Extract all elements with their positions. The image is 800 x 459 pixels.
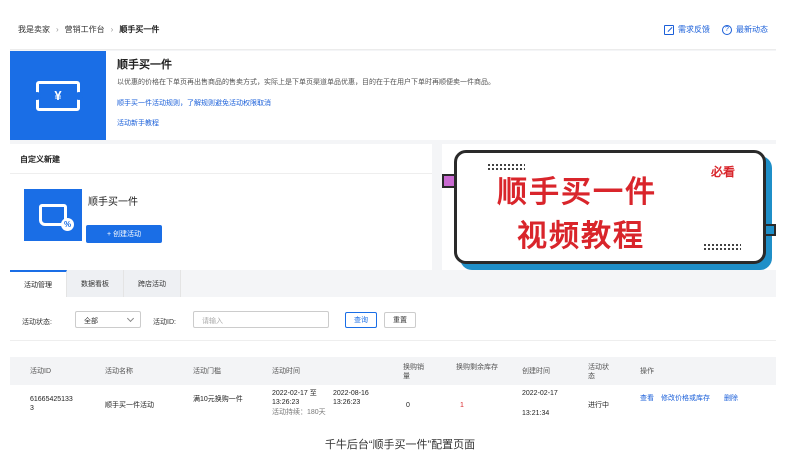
- custom-create-heading: 自定义新建: [10, 144, 432, 174]
- breadcrumb-separator: ›: [56, 25, 59, 34]
- cell-time-start: 2022-02-17 至: [272, 390, 317, 397]
- create-activity-button[interactable]: + 创建活动: [86, 225, 162, 243]
- coupon-symbol: ¥: [54, 88, 62, 103]
- decor-square: [764, 224, 776, 236]
- tutorial-banner[interactable]: 必看 顺手买一件 视频教程: [442, 144, 776, 270]
- top-links: 需求反馈 ? 最新动态: [664, 24, 768, 35]
- tab-bar: 活动管理 数据看板 跨店活动: [10, 270, 776, 297]
- header-status: 活动状态: [588, 364, 609, 380]
- header-sales: 换购销量: [403, 364, 424, 380]
- tab-data-board[interactable]: 数据看板: [67, 270, 124, 297]
- cell-name: 顺手买一件活动: [105, 402, 154, 409]
- cell-time-end-clock: 13:26:23: [333, 399, 361, 406]
- delete-link[interactable]: 删除: [724, 394, 738, 403]
- activity-id-placeholder: 请输入: [202, 318, 223, 325]
- banner-must-see: 必看: [710, 165, 735, 179]
- header-id: 活动ID: [30, 368, 51, 375]
- header-stock: 换购剩余库存: [456, 364, 498, 371]
- rules-link[interactable]: 顺手买一件活动规则，了解规则避免活动权限取消: [117, 98, 271, 108]
- custom-item-name: 顺手买一件: [88, 197, 138, 208]
- top-bar: 我是卖家 › 营销工作台 › 顺手买一件 需求反馈 ? 最新动态: [10, 10, 776, 50]
- store-discount-icon: [39, 204, 74, 231]
- edit-price-stock-link[interactable]: 修改价格或库存: [661, 394, 710, 403]
- banner-line2: 视频教程: [517, 219, 645, 254]
- banner-line1: 顺手买一件: [497, 175, 657, 210]
- intro-panel: ¥ 顺手买一件 以优惠的价格在下单页再出售商品的售卖方式，实际上是下单页渠道单品…: [10, 51, 776, 140]
- header-threshold: 活动门槛: [193, 368, 221, 375]
- view-link[interactable]: 查看: [640, 394, 654, 403]
- cell-threshold: 满10元换购一件: [193, 396, 243, 403]
- header-created: 创建时间: [522, 368, 550, 375]
- status-select-value: 全部: [84, 318, 98, 325]
- breadcrumb: 我是卖家 › 营销工作台 › 顺手买一件: [18, 24, 159, 35]
- cell-time-start-clock: 13:26:23: [272, 399, 300, 406]
- header-name: 活动名称: [105, 368, 133, 375]
- custom-create-panel: 自定义新建 顺手买一件 + 创建活动: [10, 144, 432, 270]
- cell-status: 进行中: [588, 402, 609, 409]
- breadcrumb-current: 顺手买一件: [119, 25, 160, 34]
- news-label: 最新动态: [736, 25, 768, 34]
- figure-caption: 千牛后台“顺手买一件”配置页面: [324, 439, 476, 451]
- screenshot-frame: 我是卖家 › 营销工作台 › 顺手买一件 需求反馈 ? 最新动态 ¥ 顺手买一件…: [10, 10, 776, 427]
- status-select[interactable]: 全部: [75, 311, 141, 328]
- header-time: 活动时间: [272, 368, 300, 375]
- news-link[interactable]: ? 最新动态: [722, 24, 768, 35]
- breadcrumb-marketing[interactable]: 营销工作台: [65, 24, 105, 35]
- cell-id: 616654251333: [30, 396, 73, 412]
- cell-created: 2022-02-17: [522, 390, 558, 397]
- activity-id-input[interactable]: 请输入: [193, 311, 329, 328]
- tutorial-link[interactable]: 活动新手教程: [117, 118, 159, 128]
- cell-stock: 1: [460, 402, 464, 409]
- filter-bar: 活动状态: 全部 活动ID: 请输入 查询 重置: [10, 297, 776, 341]
- cell-time-end: 2022-08-16: [333, 390, 369, 397]
- header-actions: 操作: [640, 368, 654, 375]
- banner-card: 必看 顺手买一件 视频教程: [454, 150, 766, 264]
- id-filter-label: 活动ID:: [153, 319, 176, 326]
- tab-cross-store[interactable]: 跨店活动: [124, 270, 181, 297]
- tab-activity-management[interactable]: 活动管理: [10, 270, 67, 297]
- decor-dots: [703, 243, 741, 251]
- reset-button[interactable]: 重置: [384, 312, 416, 328]
- status-filter-label: 活动状态:: [22, 319, 52, 326]
- cell-duration: 活动持续：180天: [272, 409, 326, 416]
- edit-icon: [664, 24, 674, 35]
- breadcrumb-seller[interactable]: 我是卖家: [18, 24, 50, 35]
- intro-logo: ¥: [10, 51, 106, 140]
- feedback-label: 需求反馈: [678, 25, 710, 34]
- intro-description: 以优惠的价格在下单页再出售商品的售卖方式，实际上是下单页渠道单品优惠，目的在于在…: [117, 79, 495, 86]
- table-row: 616654251333 顺手买一件活动 满10元换购一件 2022-02-17…: [10, 385, 776, 427]
- cell-created-clock: 13:21:34: [522, 410, 550, 417]
- store-icon-tile: [24, 189, 82, 241]
- breadcrumb-separator: ›: [110, 25, 114, 34]
- table-header: 活动ID 活动名称 活动门槛 活动时间 换购销量 换购剩余库存 创建时间 活动状…: [10, 357, 776, 385]
- activity-content: 活动状态: 全部 活动ID: 请输入 查询 重置 活动ID 活动名称 活动门槛 …: [10, 297, 776, 427]
- intro-title: 顺手买一件: [117, 59, 172, 71]
- query-button[interactable]: 查询: [345, 312, 377, 328]
- cell-sales: 0: [406, 402, 410, 409]
- help-icon: ?: [722, 24, 732, 35]
- coupon-icon: ¥: [33, 80, 83, 111]
- feedback-link[interactable]: 需求反馈: [664, 24, 710, 35]
